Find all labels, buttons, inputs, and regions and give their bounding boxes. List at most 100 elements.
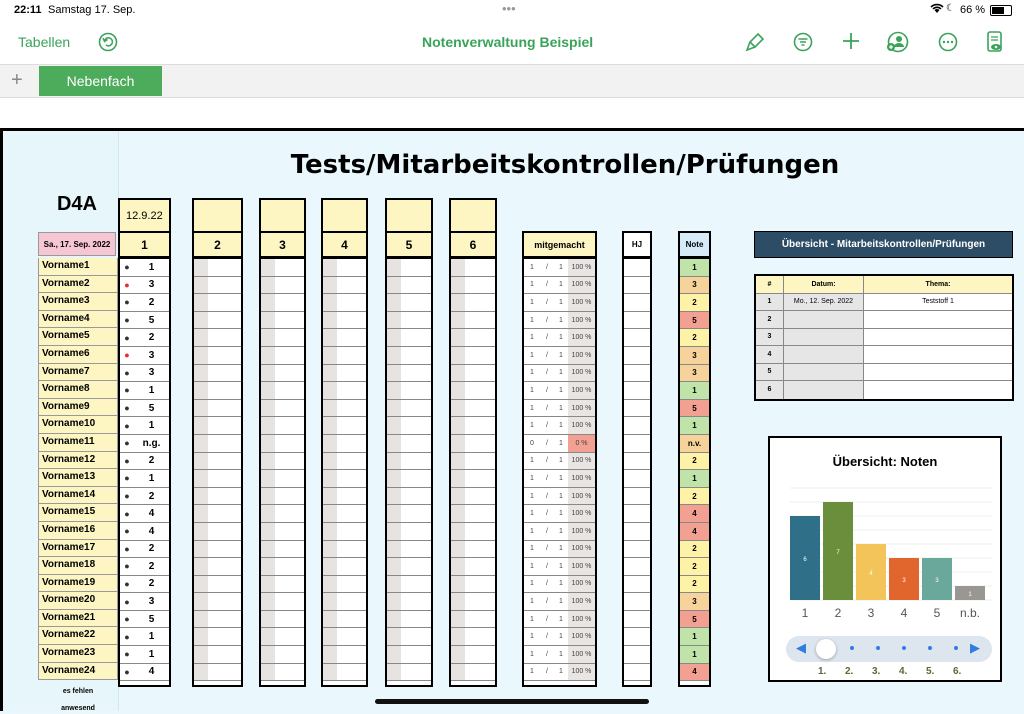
add-icon[interactable] [841,31,861,56]
grade-cell[interactable] [451,434,495,453]
grade-cell[interactable] [194,434,241,453]
grade-cell[interactable] [387,575,431,594]
grade-cell[interactable] [387,593,431,611]
grade-cell[interactable] [194,593,241,611]
half-year-cell[interactable] [624,417,650,435]
row-topic[interactable] [864,311,1012,328]
document-title[interactable]: Notenverwaltung Beispiel [422,34,593,50]
student-name[interactable]: Vorname17 [38,539,118,558]
final-grade-cell[interactable]: 2 [680,540,709,559]
half-year-cell[interactable] [624,664,650,682]
test-4-date-cell[interactable] [321,198,368,233]
half-year-cell[interactable] [624,611,650,629]
student-name[interactable]: Vorname10 [38,416,118,434]
grade-cell[interactable]: ● 4 [120,664,169,682]
grade-cell[interactable] [261,593,304,611]
slider-label[interactable]: 3. [872,666,880,677]
final-grade-cell[interactable]: 3 [680,276,709,295]
grade-cell[interactable] [451,417,495,435]
grade-cell[interactable] [194,417,241,435]
grade-cell[interactable] [323,470,366,488]
overview-row[interactable]: 4 [756,346,1012,364]
grade-cell[interactable] [387,276,431,295]
grade-cell[interactable] [323,505,366,523]
grade-cell[interactable] [451,382,495,400]
grade-cell[interactable]: ● 1 [120,470,169,488]
row-topic[interactable] [864,381,1012,399]
half-year-cell[interactable] [624,435,650,453]
grade-cell[interactable] [323,417,366,435]
half-year-cell[interactable] [624,453,650,471]
grade-cell[interactable]: ● 4 [120,523,169,541]
slider-right-arrow-icon[interactable]: ▶ [970,640,980,656]
grade-cell[interactable] [387,610,431,629]
grade-cell[interactable] [261,452,304,471]
grade-cell[interactable] [194,329,241,347]
grade-cell[interactable]: ● 3 [120,347,169,365]
grade-cell[interactable] [261,610,304,629]
grade-cell[interactable] [387,382,431,400]
student-name[interactable]: Vorname20 [38,592,118,610]
slider-label[interactable]: 6. [953,666,961,677]
grade-cell[interactable] [261,663,304,682]
student-name[interactable]: Vorname23 [38,645,118,663]
grade-cell[interactable] [194,646,241,664]
grade-cell[interactable] [323,646,366,664]
final-grade-cell[interactable]: 2 [680,487,709,506]
half-year-cell[interactable] [624,505,650,523]
half-year-cell[interactable] [624,541,650,559]
grade-cell[interactable] [451,470,495,488]
half-year-cell[interactable] [624,488,650,506]
grade-cell[interactable]: ● n.g. [120,435,169,453]
grade-cell[interactable] [451,558,495,576]
grade-cell[interactable] [387,487,431,506]
multitask-dots-icon[interactable]: ••• [502,1,516,16]
grade-cell[interactable] [261,346,304,365]
grade-cell[interactable] [323,294,366,312]
final-grade-cell[interactable]: 2 [680,329,709,347]
grade-cell[interactable] [451,294,495,312]
paintbrush-icon[interactable] [744,31,766,58]
grade-cell[interactable]: ● 2 [120,329,169,347]
slider-label[interactable]: 5. [926,666,934,677]
student-name[interactable]: Vorname2 [38,275,118,294]
row-topic[interactable]: Teststoff 1 [864,293,1012,310]
half-year-cell[interactable] [624,277,650,295]
grade-cell[interactable] [323,434,366,453]
grade-cell[interactable] [194,399,241,418]
grade-cell[interactable]: ● 1 [120,417,169,435]
grade-cell[interactable] [387,505,431,523]
tables-button[interactable]: Tabellen [18,34,70,50]
student-name[interactable]: Vorname12 [38,451,118,470]
grade-cell[interactable] [323,329,366,347]
student-name[interactable]: Vorname18 [38,557,118,575]
grade-cell[interactable]: ● 5 [120,400,169,418]
grade-cell[interactable] [194,610,241,629]
grade-cell[interactable] [323,364,366,383]
half-year-cell[interactable] [624,259,650,277]
student-name[interactable]: Vorname14 [38,486,118,505]
student-name[interactable]: Vorname4 [38,310,118,329]
student-name[interactable]: Vorname13 [38,469,118,487]
grade-cell[interactable] [194,575,241,594]
grade-cell[interactable] [194,558,241,576]
grade-cell[interactable] [261,505,304,523]
more-icon[interactable] [938,32,958,57]
grade-cell[interactable] [261,329,304,347]
grade-cell[interactable]: ● 1 [120,382,169,400]
grade-cell[interactable] [261,487,304,506]
grade-cell[interactable] [323,575,366,594]
grade-cell[interactable] [387,329,431,347]
final-grade-cell[interactable]: 2 [680,294,709,312]
grade-cell[interactable] [261,399,304,418]
grade-cell[interactable] [194,663,241,682]
grade-cell[interactable] [323,399,366,418]
grade-cell[interactable] [261,417,304,435]
grade-cell[interactable] [387,646,431,664]
grade-cell[interactable] [261,259,304,277]
half-year-cell[interactable] [624,628,650,647]
half-year-cell[interactable] [624,365,650,383]
grade-cell[interactable] [451,311,495,330]
grade-cell[interactable] [194,346,241,365]
grade-cell[interactable] [451,259,495,277]
